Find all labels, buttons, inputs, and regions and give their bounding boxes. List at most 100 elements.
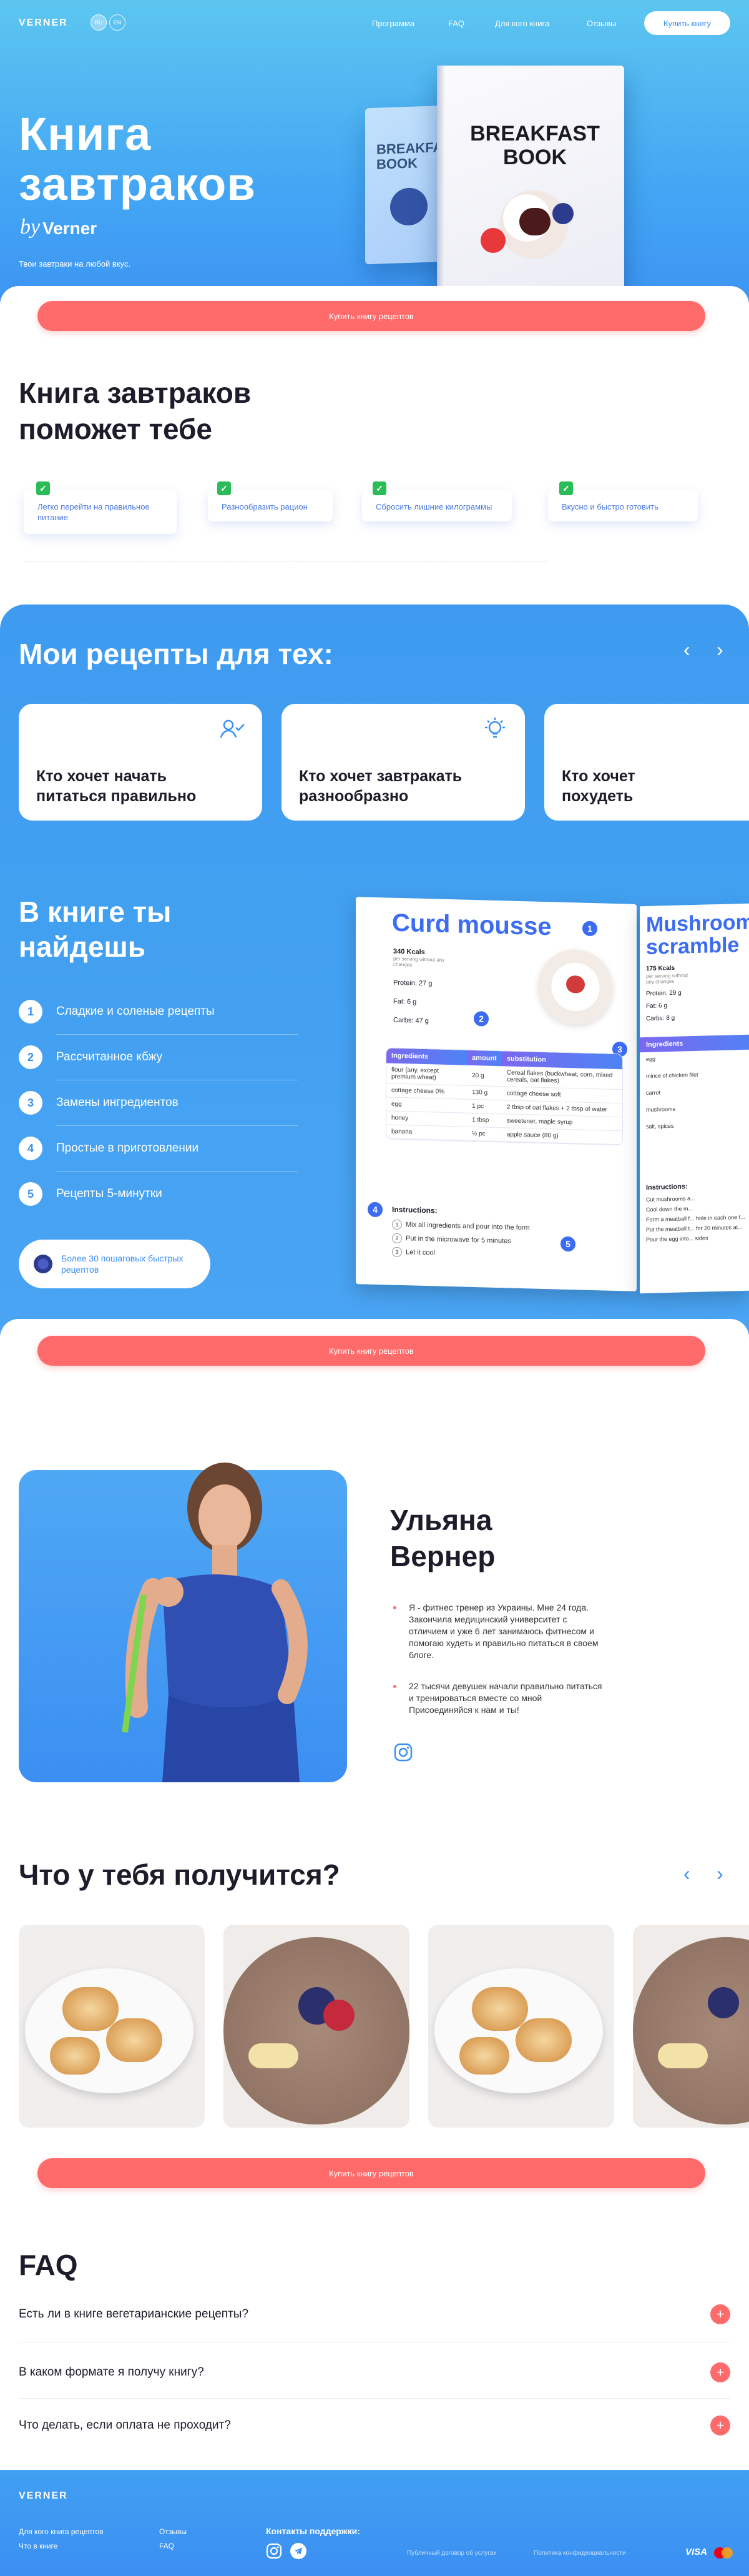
audience-card-title-1: Кто хочет начать питаться правильно	[36, 767, 197, 805]
cell: 1 tbsp	[467, 1113, 502, 1128]
instagram-icon[interactable]	[266, 2543, 282, 2559]
inside-item-text: Простые в приготовлении	[56, 1142, 199, 1155]
header-logo[interactable]: VERNER	[19, 17, 68, 29]
author-photo	[19, 1463, 347, 1782]
recipes-count-badge: Более 30 пошаговых быстрых рецептов	[19, 1240, 210, 1288]
plus-icon[interactable]: +	[710, 2362, 730, 2382]
footer-logo[interactable]: VERNER	[19, 2490, 68, 2502]
step-text: Form a meatball f... hole in each one f.…	[646, 1213, 745, 1223]
recipes-count-text: Более 30 пошаговых быстрых рецептов	[61, 1253, 184, 1275]
cell: Cereal flakes (buckwheat, corn, mixed ce…	[501, 1066, 622, 1090]
step-text: Cut mushrooms a...	[646, 1195, 695, 1203]
plus-icon[interactable]: +	[710, 2304, 730, 2324]
telegram-icon[interactable]	[290, 2543, 306, 2559]
blueberries-icon	[34, 1255, 52, 1273]
instructions-list: 1 Mix all ingredients and pour into the f…	[392, 1219, 530, 1261]
gallery-photo-syrniki-2[interactable]	[428, 1925, 614, 2128]
audience-card-3[interactable]: Кто хочет похудеть	[544, 704, 749, 821]
faq-question: В каком формате я получу книгу?	[19, 2366, 204, 2379]
check-icon: ✓	[36, 481, 50, 495]
right-instructions-label: Instructions:	[646, 1183, 688, 1192]
author-bio-1: Я - фитнес тренер из Украины. Мне 24 год…	[409, 1602, 599, 1660]
nav-program[interactable]: Программа	[372, 19, 414, 28]
carousel-next-arrow-icon[interactable]: ›	[717, 638, 723, 661]
carousel-prev-arrow-icon[interactable]: ‹	[683, 638, 690, 661]
nav-reviews[interactable]: Отзывы	[587, 19, 617, 28]
recipe-page-right: Mushroom scramble 175 Kcals per serving …	[640, 903, 749, 1294]
curd-mousse-image	[538, 948, 613, 1025]
lang-ru-button[interactable]: RU	[91, 14, 107, 31]
hero-author: Verner	[42, 219, 97, 238]
footer-link-reviews[interactable]: Отзывы	[159, 2527, 187, 2536]
benefits-title: Книга завтраков поможет тебе	[19, 375, 251, 447]
inside-title-line2: найдешь	[19, 930, 146, 963]
callout-4: 4	[366, 1200, 384, 1220]
nav-for-whom[interactable]: Для кого книга	[495, 19, 549, 28]
number-badge: 4	[19, 1137, 42, 1160]
inside-title-line1: В книге ты	[19, 896, 172, 928]
inside-item-4: 4 Простые в приготовлении	[19, 1136, 298, 1161]
right-ingredients-header: Ingredients	[640, 1034, 749, 1053]
recipe-protein: Protein: 27 g	[393, 979, 433, 988]
step-text: Pour the egg into... sides	[646, 1235, 708, 1243]
author-bio-2: 22 тысячи девушек начали правильно питат…	[409, 1681, 602, 1715]
callout-2: 2	[472, 1009, 491, 1029]
hero-subtitle: Твои завтраки на любой вкус.	[19, 259, 131, 269]
benefit-text-3: Сбросить лишние килограммы	[376, 502, 492, 511]
footer-link-for-whom[interactable]: Для кого книга рецептов	[19, 2527, 104, 2536]
right-kcal-note: per serving without any changes	[646, 972, 688, 985]
gallery-prev-arrow-icon[interactable]: ‹	[683, 1862, 690, 1885]
gallery-photo-porridge-2[interactable]	[633, 1925, 749, 2128]
nav-faq[interactable]: FAQ	[448, 19, 464, 28]
lightbulb-icon	[481, 716, 509, 744]
list-item: salt, spices	[646, 1122, 674, 1130]
footer-legal-privacy[interactable]: Политика конфиденциальности	[534, 2550, 626, 2557]
header-buy-button[interactable]: Купить книгу	[644, 11, 730, 35]
author-name: Ульяна Вернер	[390, 1502, 495, 1574]
inside-item-1: 1 Сладкие и соленые рецепты	[19, 999, 298, 1024]
divider	[19, 2398, 730, 2399]
step-text: Cool down the m...	[646, 1205, 693, 1213]
faq-item-2[interactable]: В каком формате я получу книгу? +	[19, 2355, 730, 2390]
list-item: mince of chicken filet	[646, 1071, 698, 1080]
footer-link-inside[interactable]: Что в книге	[19, 2542, 57, 2550]
footer-legal-offer[interactable]: Публичный договор об услугах	[407, 2550, 497, 2557]
faq-item-3[interactable]: Что делать, если оплата не проходит? +	[19, 2408, 730, 2443]
lang-en-button[interactable]: EN	[109, 14, 125, 31]
callout-5: 5	[559, 1234, 577, 1254]
inside-item-2: 2 Рассчитанное кбжу	[19, 1045, 298, 1070]
gallery-next-arrow-icon[interactable]: ›	[717, 1862, 723, 1885]
inside-item-5: 5 Рецепты 5-минутки	[19, 1182, 298, 1207]
blueberries-image	[390, 187, 428, 226]
faq-item-1[interactable]: Есть ли в книге вегетарианские рецепты? …	[19, 2297, 730, 2332]
footer-link-faq[interactable]: FAQ	[159, 2542, 174, 2550]
list-item: egg	[646, 1055, 656, 1063]
hero-cta-button[interactable]: Купить книгу рецептов	[37, 301, 705, 331]
audience-card-1[interactable]: Кто хочет начать питаться правильно	[19, 704, 262, 821]
number-badge: 1	[19, 1000, 42, 1024]
gallery-photo-porridge[interactable]	[223, 1925, 409, 2128]
author-figure-image	[122, 1463, 308, 1782]
inside-list: 1 Сладкие и соленые рецепты 2 Рассчитанное…	[19, 999, 298, 1207]
step-text: Let it cool	[406, 1248, 436, 1257]
gallery-photo-syrniki[interactable]	[19, 1925, 205, 2128]
right-fat: Fat: 6 g	[646, 1002, 667, 1010]
results-title: Что у тебя получится?	[19, 1858, 340, 1891]
user-check-icon	[218, 716, 246, 744]
inside-item-text: Рассчитанное кбжу	[56, 1050, 163, 1063]
footer: VERNER Для кого книга рецептов Что в кни…	[0, 2470, 749, 2576]
benefit-card-1: Легко перейти на правильное питание	[24, 490, 177, 534]
cell: 130 g	[467, 1085, 502, 1100]
author-name-line1: Ульяна	[390, 1504, 492, 1536]
col-ingredients: Ingredients	[386, 1048, 468, 1065]
list-item: mushrooms	[646, 1105, 676, 1113]
plus-icon[interactable]: +	[710, 2416, 730, 2435]
audience-card-2[interactable]: Кто хочет завтракать разнообразно	[281, 704, 525, 821]
faq-question: Есть ли в книге вегетарианские рецепты?	[19, 2307, 249, 2321]
results-cta-button[interactable]: Купить книгу рецептов	[37, 2158, 705, 2188]
recipe-kcal: 340 Kcals	[393, 947, 425, 957]
cell: 1 pc	[467, 1099, 502, 1114]
instagram-icon[interactable]	[393, 1742, 413, 1762]
inside-item-3: 3 Замены ингредиентов	[19, 1090, 298, 1115]
cta2-button[interactable]: Купить книгу рецептов	[37, 1336, 705, 1366]
